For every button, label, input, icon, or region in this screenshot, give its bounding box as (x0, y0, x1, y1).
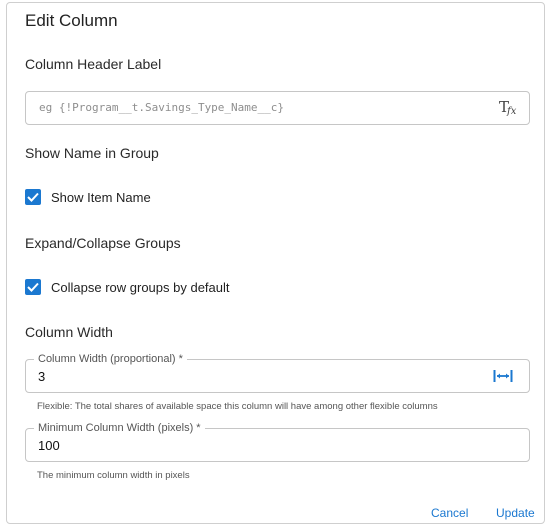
column-width-proportional-helper: Flexible: The total shares of available … (37, 401, 438, 412)
show-name-in-group-heading: Show Name in Group (25, 145, 159, 161)
minimum-column-width-helper: The minimum column width in pixels (37, 470, 190, 481)
checkmark-icon[interactable] (25, 279, 41, 295)
column-width-proportional-value: 3 (38, 369, 46, 384)
collapse-row-groups-checkbox[interactable]: Collapse row groups by default (25, 277, 230, 297)
column-header-label-heading: Column Header Label (25, 56, 162, 72)
checkmark-icon[interactable] (25, 189, 41, 205)
edit-column-dialog: Edit Column Column Header Label eg {!Pro… (6, 2, 545, 524)
update-button[interactable]: Update (496, 506, 535, 520)
column-header-label-input[interactable]: eg {!Program__t.Savings_Type_Name__c} Tf… (25, 91, 530, 125)
horizontal-resize-icon[interactable] (493, 369, 513, 383)
collapse-row-groups-label: Collapse row groups by default (51, 279, 230, 295)
dialog-title: Edit Column (25, 11, 118, 30)
expand-collapse-groups-heading: Expand/Collapse Groups (25, 235, 181, 251)
column-width-heading: Column Width (25, 324, 113, 340)
minimum-column-width-value: 100 (38, 438, 60, 453)
minimum-column-width-field[interactable]: Minimum Column Width (pixels) * 100 (25, 421, 530, 462)
column-width-proportional-legend: Column Width (proportional) * (34, 352, 187, 366)
column-width-proportional-field[interactable]: Column Width (proportional) * 3 (25, 352, 530, 393)
minimum-column-width-legend: Minimum Column Width (pixels) * (34, 421, 205, 435)
show-item-name-checkbox[interactable]: Show Item Name (25, 187, 151, 207)
show-item-name-label: Show Item Name (51, 189, 151, 205)
column-header-label-placeholder: eg {!Program__t.Savings_Type_Name__c} (39, 101, 285, 114)
cancel-button[interactable]: Cancel (431, 506, 468, 520)
formula-fx-icon[interactable]: Tfx (499, 98, 517, 118)
